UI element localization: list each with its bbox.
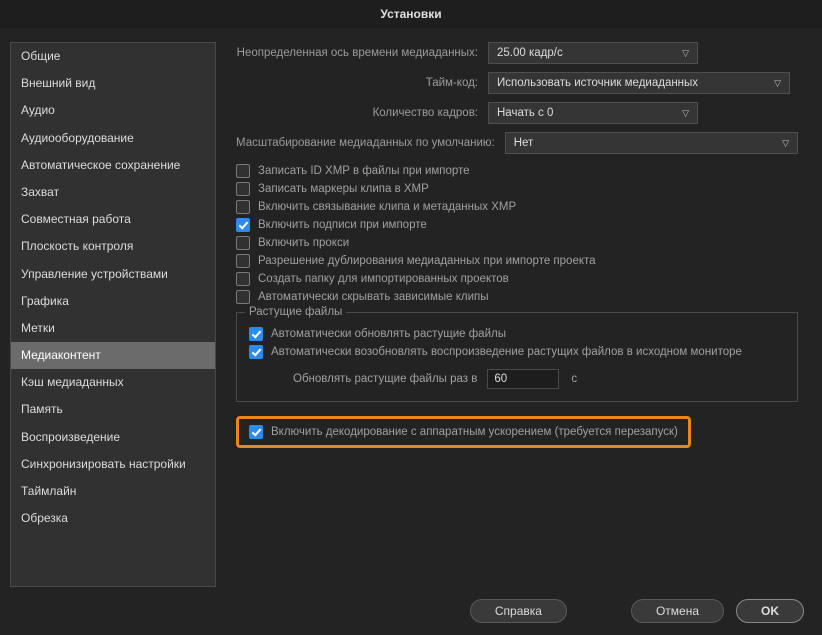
chevron-down-icon: ▽: [782, 138, 789, 149]
sidebar-item[interactable]: Графика: [11, 288, 215, 315]
checkbox-dup-media[interactable]: [236, 254, 250, 268]
label-timecode: Тайм-код:: [236, 77, 488, 89]
check-label-write-xmp: Записать ID XMP в файлы при импорте: [258, 165, 470, 177]
check-label-create-folder: Создать папку для импортированных проект…: [258, 273, 509, 285]
unit-seconds: с: [571, 373, 577, 385]
checkbox-link-meta[interactable]: [236, 200, 250, 214]
chevron-down-icon: ▽: [682, 108, 689, 119]
check-label-hw-decode: Включить декодирование с аппаратным уско…: [271, 426, 678, 438]
check-row-hide-deps: Автоматически скрывать зависимые клипы: [236, 290, 798, 304]
checkbox-auto-reload[interactable]: [249, 345, 263, 359]
sidebar-item[interactable]: Захват: [11, 179, 215, 206]
checkbox-create-folder[interactable]: [236, 272, 250, 286]
check-row-link-meta: Включить связывание клипа и метаданных X…: [236, 200, 798, 214]
row-scaling: Масштабирование медиаданных по умолчанию…: [236, 132, 798, 154]
checkbox-write-markers[interactable]: [236, 182, 250, 196]
sidebar-item[interactable]: Память: [11, 396, 215, 423]
checkbox-proxy[interactable]: [236, 236, 250, 250]
check-label-dup-media: Разрешение дублирования медиаданных при …: [258, 255, 596, 267]
check-row-dup-media: Разрешение дублирования медиаданных при …: [236, 254, 798, 268]
sidebar-item[interactable]: Плоскость контроля: [11, 233, 215, 260]
dialog-title: Установки: [380, 7, 441, 21]
sidebar: ОбщиеВнешний видАудиоАудиооборудованиеАв…: [10, 42, 216, 587]
chevron-down-icon: ▽: [682, 48, 689, 59]
check-row-auto-reload: Автоматически возобновлять воспроизведен…: [249, 345, 785, 359]
check-row-auto-refresh: Автоматически обновлять растущие файлы: [249, 327, 785, 341]
highlight-hw-decode: Включить декодирование с аппаратным уско…: [236, 416, 691, 448]
sidebar-item[interactable]: Медиаконтент: [11, 342, 215, 369]
sidebar-item[interactable]: Синхронизировать настройки: [11, 451, 215, 478]
fieldset-growing-files: Растущие файлы Автоматически обновлять р…: [236, 312, 798, 402]
check-label-proxy: Включить прокси: [258, 237, 349, 249]
check-label-write-markers: Записать маркеры клипа в XMP: [258, 183, 429, 195]
sidebar-item[interactable]: Аудиооборудование: [11, 125, 215, 152]
check-row-write-markers: Записать маркеры клипа в XMP: [236, 182, 798, 196]
dialog-footer: Справка Отмена OK: [0, 587, 822, 635]
sidebar-item[interactable]: Кэш медиаданных: [11, 369, 215, 396]
sidebar-item[interactable]: Автоматическое сохранение: [11, 152, 215, 179]
row-refresh-interval: Обновлять растущие файлы раз в с: [293, 369, 785, 389]
chevron-down-icon: ▽: [774, 78, 781, 89]
sidebar-item[interactable]: Таймлайн: [11, 478, 215, 505]
label-refresh-interval: Обновлять растущие файлы раз в: [293, 373, 477, 385]
dropdown-scaling[interactable]: Нет ▽: [505, 132, 798, 154]
title-bar: Установки: [0, 0, 822, 28]
label-framecount: Количество кадров:: [236, 107, 488, 119]
sidebar-item[interactable]: Метки: [11, 315, 215, 342]
checkbox-captions-import[interactable]: [236, 218, 250, 232]
check-label-link-meta: Включить связывание клипа и метаданных X…: [258, 201, 516, 213]
ok-button[interactable]: OK: [736, 599, 804, 623]
checkbox-write-xmp[interactable]: [236, 164, 250, 178]
check-label-auto-refresh: Автоматически обновлять растущие файлы: [271, 328, 506, 340]
label-timebase: Неопределенная ось времени медиаданных:: [236, 47, 488, 59]
sidebar-item[interactable]: Внешний вид: [11, 70, 215, 97]
cancel-button[interactable]: Отмена: [631, 599, 724, 623]
sidebar-item[interactable]: Совместная работа: [11, 206, 215, 233]
fieldset-legend-growing: Растущие файлы: [245, 306, 346, 318]
check-row-proxy: Включить прокси: [236, 236, 798, 250]
check-label-captions-import: Включить подписи при импорте: [258, 219, 427, 231]
dropdown-scaling-value: Нет: [514, 137, 534, 149]
main-panel: Неопределенная ось времени медиаданных: …: [216, 42, 812, 587]
row-timecode: Тайм-код: Использовать источник медиадан…: [236, 72, 798, 94]
check-row-captions-import: Включить подписи при импорте: [236, 218, 798, 232]
dropdown-framecount[interactable]: Начать с 0 ▽: [488, 102, 698, 124]
check-row-create-folder: Создать папку для импортированных проект…: [236, 272, 798, 286]
sidebar-item[interactable]: Воспроизведение: [11, 424, 215, 451]
check-row-write-xmp: Записать ID XMP в файлы при импорте: [236, 164, 798, 178]
sidebar-item[interactable]: Обрезка: [11, 505, 215, 532]
dropdown-timecode[interactable]: Использовать источник медиаданных ▽: [488, 72, 790, 94]
checkbox-auto-refresh[interactable]: [249, 327, 263, 341]
check-label-hide-deps: Автоматически скрывать зависимые клипы: [258, 291, 489, 303]
content-area: ОбщиеВнешний видАудиоАудиооборудованиеАв…: [0, 28, 822, 587]
sidebar-item[interactable]: Общие: [11, 43, 215, 70]
help-button[interactable]: Справка: [470, 599, 567, 623]
checkbox-hide-deps[interactable]: [236, 290, 250, 304]
dropdown-framecount-value: Начать с 0: [497, 107, 553, 119]
check-label-auto-reload: Автоматически возобновлять воспроизведен…: [271, 346, 742, 358]
row-framecount: Количество кадров: Начать с 0 ▽: [236, 102, 798, 124]
row-timebase: Неопределенная ось времени медиаданных: …: [236, 42, 798, 64]
dropdown-timebase[interactable]: 25.00 кадр/с ▽: [488, 42, 698, 64]
checkbox-hw-decode[interactable]: [249, 425, 263, 439]
dropdown-timecode-value: Использовать источник медиаданных: [497, 77, 698, 89]
sidebar-item[interactable]: Управление устройствами: [11, 261, 215, 288]
input-refresh-interval[interactable]: [487, 369, 559, 389]
sidebar-item[interactable]: Аудио: [11, 97, 215, 124]
dropdown-timebase-value: 25.00 кадр/с: [497, 47, 563, 59]
label-scaling: Масштабирование медиаданных по умолчанию…: [236, 137, 505, 149]
